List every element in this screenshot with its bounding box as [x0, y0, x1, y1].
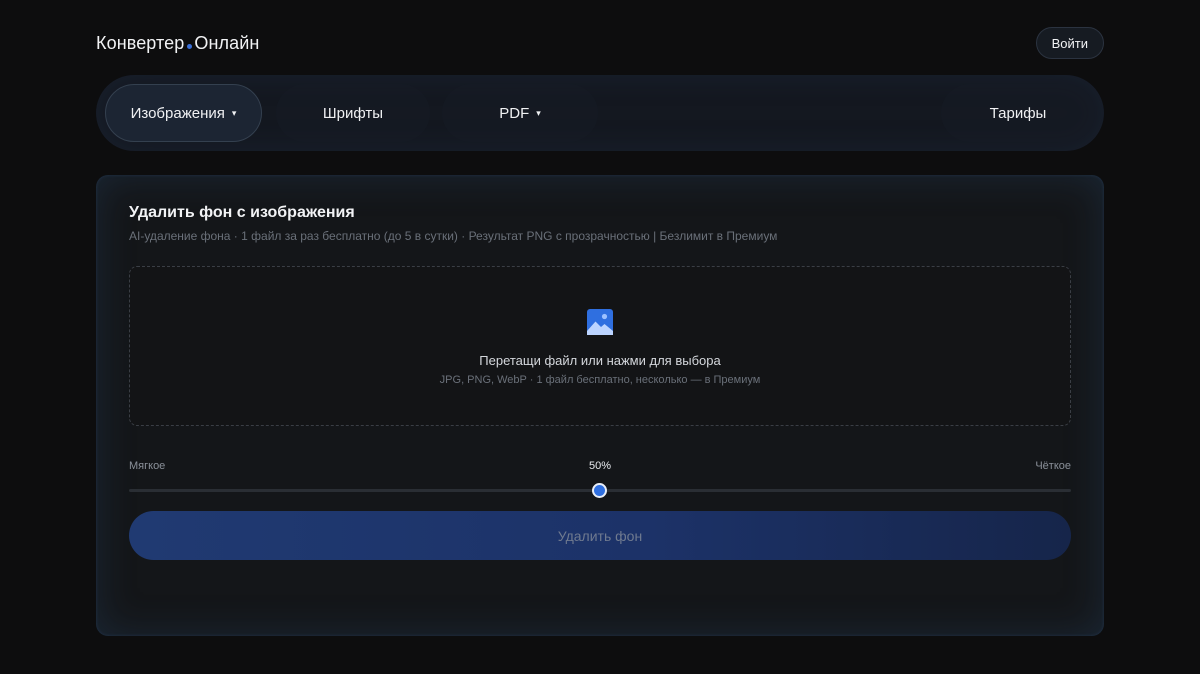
nav-item-images[interactable]: Изображения ▾ — [105, 84, 262, 142]
page-title: Удалить фон с изображения — [129, 204, 355, 221]
nav-item-pricing[interactable]: Тарифы — [941, 84, 1095, 142]
image-icon — [587, 309, 613, 335]
dropzone-hint: JPG, PNG, WebP · 1 файл бесплатно, неско… — [439, 374, 761, 386]
nav-item-label: Тарифы — [989, 104, 1047, 122]
file-dropzone[interactable]: Перетащи файл или нажми для выбора JPG, … — [129, 266, 1071, 426]
nav-item-label: Изображения — [130, 104, 225, 122]
logo-text-right: Онлайн — [194, 32, 260, 53]
nav-item-label: PDF — [499, 104, 530, 122]
slider-max-label: Чёткое — [1035, 460, 1071, 472]
edge-slider-thumb[interactable] — [592, 483, 607, 498]
chevron-down-icon: ▾ — [536, 107, 541, 118]
nav-item-pdf[interactable]: PDF ▾ — [442, 84, 598, 142]
remove-bg-card: Удалить фон с изображения AI-удаление фо… — [96, 175, 1104, 636]
main-nav: Изображения ▾ Шрифты PDF ▾ Тарифы — [96, 75, 1104, 151]
slider-min-label: Мягкое — [129, 460, 166, 472]
nav-item-fonts[interactable]: Шрифты — [276, 84, 430, 142]
logo-dot — [187, 43, 193, 49]
chevron-down-icon: ▾ — [231, 107, 237, 118]
logo-text-left: Конвертер — [96, 32, 185, 53]
logo[interactable]: Конвертер Онлайн — [96, 33, 259, 54]
page-subtitle: AI-удаление фона · 1 файл за раз бесплат… — [129, 229, 778, 243]
slider-value: 50% — [588, 460, 612, 472]
site-header: Конвертер Онлайн Войти — [96, 26, 1104, 60]
remove-bg-button[interactable]: Удалить фон — [129, 511, 1071, 560]
dropzone-text: Перетащи файл или нажми для выбора — [479, 353, 721, 368]
login-button[interactable]: Войти — [1035, 27, 1104, 59]
nav-item-label: Шрифты — [322, 104, 384, 122]
